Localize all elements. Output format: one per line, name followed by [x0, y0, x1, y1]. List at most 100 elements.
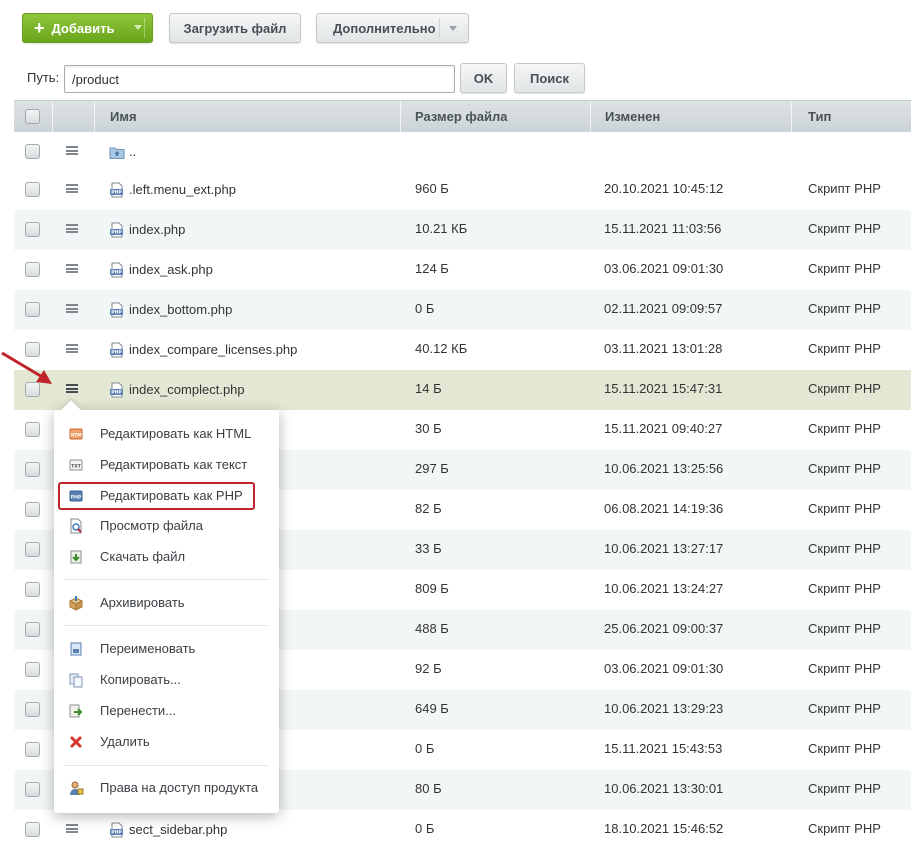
file-type: Скрипт PHP: [808, 461, 881, 476]
menu-item-delete[interactable]: Удалить: [54, 727, 279, 757]
svg-text:PHP: PHP: [111, 190, 122, 196]
search-button[interactable]: Поиск: [514, 63, 585, 93]
chevron-down-icon[interactable]: [134, 25, 142, 30]
row-checkbox[interactable]: [25, 302, 40, 317]
file-size: 960 Б: [415, 181, 449, 196]
file-size: 488 Б: [415, 621, 449, 636]
parent-dir-row[interactable]: ..: [14, 132, 911, 172]
chevron-down-icon[interactable]: [449, 26, 457, 31]
column-size[interactable]: Размер файла: [415, 101, 508, 132]
column-modified[interactable]: Изменен: [605, 101, 660, 132]
row-checkbox[interactable]: [25, 622, 40, 637]
file-name[interactable]: index.php: [129, 210, 185, 250]
path-input[interactable]: [64, 65, 455, 93]
menu-icon[interactable]: [66, 184, 78, 193]
menu-icon[interactable]: [66, 264, 78, 273]
file-modified: 10.06.2021 13:29:23: [604, 701, 724, 716]
menu-item-label: Редактировать как HTML: [100, 426, 252, 441]
file-modified: 10.06.2021 13:30:01: [604, 781, 724, 796]
file-modified: 03.06.2021 09:01:30: [604, 661, 724, 676]
file-name[interactable]: index_complect.php: [129, 370, 245, 410]
menu-icon[interactable]: [66, 344, 78, 353]
table-row[interactable]: PHP sect_sidebar.php 0 Б 18.10.2021 15:46:5…: [14, 810, 911, 849]
row-checkbox[interactable]: [25, 582, 40, 597]
row-checkbox[interactable]: [25, 144, 40, 159]
menu-item-html-edit[interactable]: HTM Редактировать как HTML: [54, 419, 279, 449]
file-name[interactable]: index_bottom.php: [129, 290, 232, 330]
column-type[interactable]: Тип: [808, 101, 831, 132]
menu-icon[interactable]: [66, 384, 78, 393]
row-checkbox[interactable]: [25, 822, 40, 837]
more-button-label: Дополнительно: [333, 20, 436, 36]
file-size: 82 Б: [415, 501, 442, 516]
red-arrow-annotation: [1, 351, 52, 384]
menu-item-access-rights[interactable]: Права на доступ продукта: [54, 773, 279, 803]
table-row[interactable]: PHP index_ask.php 124 Б 03.06.2021 09:01:30…: [14, 250, 911, 290]
row-checkbox[interactable]: [25, 542, 40, 557]
row-checkbox[interactable]: [25, 422, 40, 437]
file-type: Скрипт PHP: [808, 821, 881, 836]
menu-item-txt-edit[interactable]: TXT Редактировать как текст: [54, 450, 279, 480]
menu-item-move[interactable]: Перенести...: [54, 696, 279, 726]
table-row[interactable]: PHP .left.menu_ext.php 960 Б 20.10.2021 10:…: [14, 170, 911, 210]
file-type: Скрипт PHP: [808, 781, 881, 796]
svg-text:PHP: PHP: [111, 230, 122, 236]
file-modified: 10.06.2021 13:25:56: [604, 461, 724, 476]
download-icon: [70, 550, 82, 564]
menu-item-archive[interactable]: Архивировать: [54, 588, 279, 618]
file-name[interactable]: .left.menu_ext.php: [129, 170, 236, 210]
parent-dir-label[interactable]: ..: [129, 132, 136, 172]
menu-divider: [64, 625, 268, 626]
svg-text:PHP: PHP: [111, 350, 122, 356]
menu-item-view-file[interactable]: Просмотр файла: [54, 511, 279, 541]
row-checkbox[interactable]: [25, 742, 40, 757]
menu-icon[interactable]: [66, 304, 78, 313]
php-file-icon: PHP: [110, 342, 123, 358]
table-row[interactable]: PHP index_compare_licenses.php 40.12 КБ 03.…: [14, 330, 911, 370]
menu-item-download[interactable]: Скачать файл: [54, 542, 279, 572]
svg-text:PHP: PHP: [111, 310, 122, 316]
row-checkbox[interactable]: [25, 502, 40, 517]
file-name[interactable]: index_ask.php: [129, 250, 213, 290]
add-button-label: Добавить: [51, 20, 115, 36]
file-type: Скрипт PHP: [808, 221, 881, 236]
file-size: 0 Б: [415, 301, 435, 316]
table-row[interactable]: PHP index_bottom.php 0 Б 02.11.2021 09:09:5…: [14, 290, 911, 330]
add-button[interactable]: + Добавить: [22, 13, 153, 43]
file-modified: 20.10.2021 10:45:12: [604, 181, 724, 196]
menu-icon[interactable]: [66, 146, 78, 155]
file-modified: 10.06.2021 13:24:27: [604, 581, 724, 596]
folder-up-icon: [109, 147, 125, 159]
svg-text:PHP: PHP: [111, 390, 122, 396]
view-file-icon: [70, 518, 82, 534]
file-size: 33 Б: [415, 541, 442, 556]
row-checkbox[interactable]: [25, 702, 40, 717]
file-modified: 10.06.2021 13:27:17: [604, 541, 724, 556]
more-button[interactable]: Дополнительно: [316, 13, 469, 43]
row-checkbox[interactable]: [25, 662, 40, 677]
row-checkbox[interactable]: [25, 462, 40, 477]
menu-icon[interactable]: [66, 224, 78, 233]
file-name[interactable]: sect_sidebar.php: [129, 810, 227, 849]
table-row[interactable]: PHP index_complect.php 14 Б 15.11.2021 15:4…: [14, 370, 911, 410]
ok-button[interactable]: OK: [460, 63, 507, 93]
menu-item-copy[interactable]: Копировать...: [54, 665, 279, 695]
menu-divider: [64, 579, 268, 580]
file-modified: 02.11.2021 09:09:57: [604, 301, 723, 316]
file-modified: 25.06.2021 09:00:37: [604, 621, 724, 636]
file-size: 80 Б: [415, 781, 442, 796]
row-checkbox[interactable]: [25, 182, 40, 197]
row-checkbox[interactable]: [25, 262, 40, 277]
table-row[interactable]: PHP index.php 10.21 КБ 15.11.2021 11:03:56 С…: [14, 210, 911, 250]
file-modified: 03.11.2021 13:01:28: [604, 341, 723, 356]
row-checkbox[interactable]: [25, 782, 40, 797]
upload-file-button[interactable]: Загрузить файл: [169, 13, 301, 43]
select-all-checkbox[interactable]: [25, 109, 40, 124]
menu-item-rename[interactable]: Переименовать: [54, 634, 279, 664]
file-name[interactable]: index_compare_licenses.php: [129, 330, 297, 370]
row-checkbox[interactable]: [25, 222, 40, 237]
highlight-box: [58, 482, 255, 510]
column-name[interactable]: Имя: [110, 101, 137, 132]
file-type: Скрипт PHP: [808, 661, 881, 676]
menu-icon[interactable]: [66, 824, 78, 833]
